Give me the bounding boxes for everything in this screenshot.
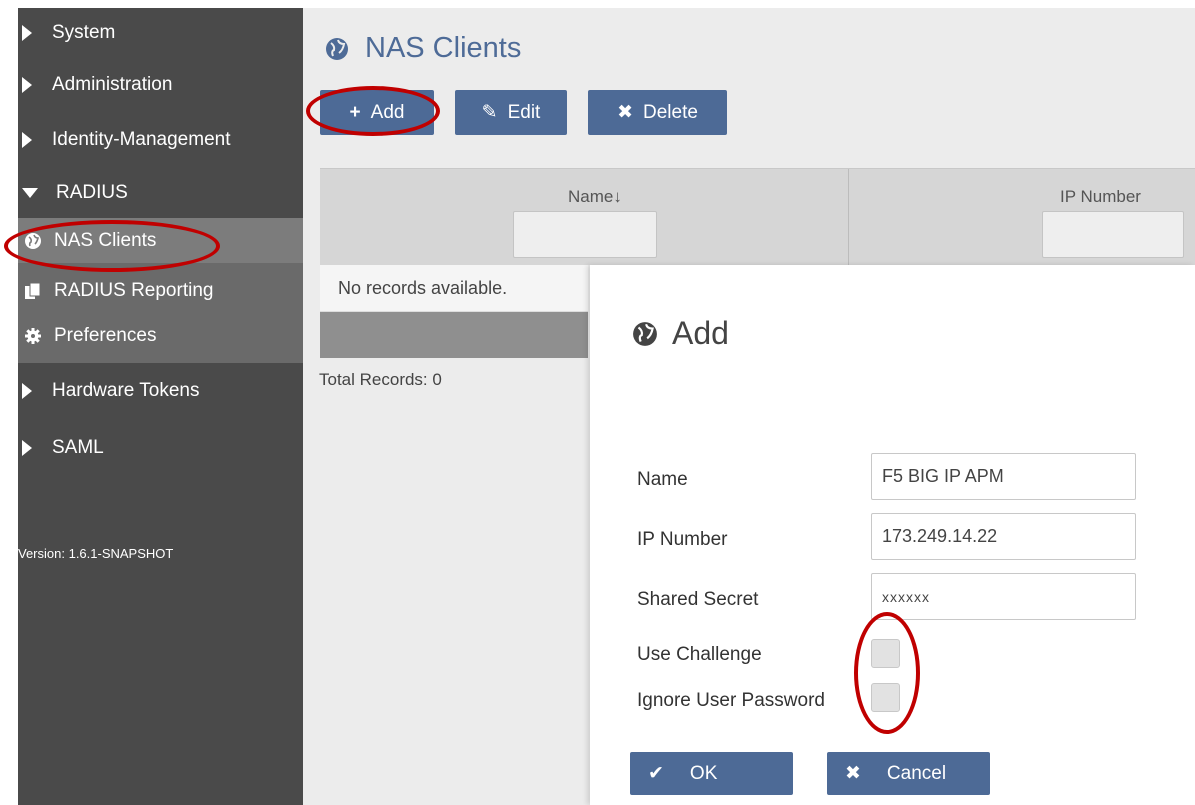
version-text: Version: 1.6.1-SNAPSHOT	[18, 546, 174, 561]
column-header-label: Name	[568, 187, 614, 206]
caret-right-icon	[22, 440, 32, 456]
name-label: Name	[637, 469, 688, 490]
caret-right-icon	[22, 383, 32, 399]
caret-right-icon	[22, 77, 32, 93]
grid-header: Name↓ IP Number	[320, 168, 1195, 266]
sidebar: System Administration Identity-Managemen…	[18, 8, 303, 805]
sidebar-item-label: Administration	[52, 74, 173, 95]
cancel-button-label: Cancel	[886, 762, 947, 784]
sidebar-item-preferences[interactable]: Preferences	[18, 313, 303, 358]
add-button[interactable]: + Add	[320, 90, 434, 135]
radius-submenu: NAS Clients RADIUS Reporting Preferences	[18, 218, 303, 363]
ok-button-label: OK	[689, 762, 718, 784]
add-button-label: Add	[370, 101, 405, 123]
sort-down-icon: ↓	[613, 187, 622, 206]
name-field[interactable]	[871, 453, 1136, 500]
ignore-user-password-label: Ignore User Password	[637, 690, 825, 711]
sidebar-item-nas-clients[interactable]: NAS Clients	[18, 218, 303, 263]
ip-number-label: IP Number	[637, 529, 728, 550]
plus-icon: +	[349, 101, 361, 123]
sidebar-item-label: RADIUS	[56, 182, 128, 203]
gear-icon	[25, 327, 41, 344]
column-divider	[848, 169, 849, 266]
ip-number-field[interactable]	[871, 513, 1136, 560]
check-icon: ✔	[648, 763, 664, 784]
page-title-text: NAS Clients	[365, 32, 522, 64]
sidebar-item-label: Hardware Tokens	[52, 380, 200, 401]
report-icon	[25, 282, 41, 299]
caret-right-icon	[22, 25, 32, 41]
delete-button[interactable]: ✖ Delete	[588, 90, 727, 135]
empty-message: No records available.	[320, 265, 588, 312]
ok-button[interactable]: ✔ OK	[630, 752, 793, 795]
sidebar-item-label: Preferences	[54, 324, 157, 346]
globe-icon	[25, 232, 41, 249]
ignore-user-password-checkbox[interactable]	[871, 683, 900, 712]
name-filter-input[interactable]	[513, 211, 657, 258]
total-records: Total Records: 0	[319, 370, 442, 389]
sidebar-item-radius[interactable]: RADIUS	[18, 168, 303, 218]
use-challenge-checkbox[interactable]	[871, 639, 900, 668]
close-icon: ✖	[617, 102, 633, 123]
caret-right-icon	[22, 132, 32, 148]
cancel-button[interactable]: ✖ Cancel	[827, 752, 990, 795]
shared-secret-label: Shared Secret	[637, 589, 759, 610]
page-title: NAS Clients	[325, 32, 521, 65]
sidebar-item-saml[interactable]: SAML	[18, 423, 303, 473]
grid-footer	[320, 312, 588, 358]
globe-icon	[326, 37, 348, 60]
sidebar-item-identity-management[interactable]: Identity-Management	[18, 115, 303, 165]
edit-button-label: Edit	[507, 101, 541, 123]
use-challenge-label: Use Challenge	[637, 644, 762, 665]
caret-down-icon	[22, 188, 38, 198]
column-header-ip[interactable]: IP Number	[1060, 187, 1141, 207]
edit-button[interactable]: ✎ Edit	[455, 90, 567, 135]
shared-secret-field[interactable]	[871, 573, 1136, 620]
dialog-title: Add	[632, 315, 729, 352]
sidebar-item-administration[interactable]: Administration	[18, 60, 303, 110]
sidebar-item-hardware-tokens[interactable]: Hardware Tokens	[18, 366, 303, 416]
sidebar-item-label: Identity-Management	[52, 129, 231, 150]
delete-button-label: Delete	[643, 101, 698, 123]
ip-filter-input[interactable]	[1042, 211, 1184, 258]
dialog-title-text: Add	[672, 315, 729, 351]
sidebar-item-radius-reporting[interactable]: RADIUS Reporting	[18, 268, 303, 313]
close-icon: ✖	[845, 763, 861, 784]
globe-icon	[633, 321, 657, 346]
sidebar-item-label: System	[52, 22, 116, 43]
edit-icon: ✎	[481, 102, 498, 123]
sidebar-item-label: RADIUS Reporting	[54, 279, 214, 301]
sidebar-item-label: NAS Clients	[54, 229, 157, 251]
sidebar-item-label: SAML	[52, 437, 104, 458]
column-header-label: IP Number	[1060, 187, 1141, 206]
sidebar-item-system[interactable]: System	[18, 8, 303, 58]
add-dialog: Add Name IP Number Shared Secret Use Cha…	[590, 265, 1195, 805]
column-header-name[interactable]: Name↓	[568, 187, 622, 207]
